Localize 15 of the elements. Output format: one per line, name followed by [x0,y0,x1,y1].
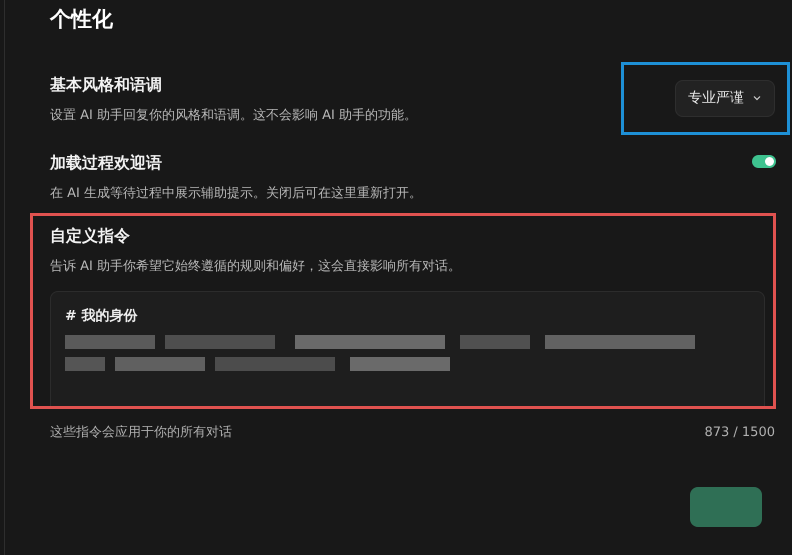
instructions-heading: # 我的身份 [65,306,139,326]
instructions-field[interactable]: # 我的身份 [50,290,765,406]
character-count: 873 / 1500 [704,424,775,442]
setting-title: 基本风格和语调 [50,74,163,96]
style-dropdown[interactable]: 专业严谨 [675,80,775,116]
toggle-switch[interactable] [752,155,776,168]
page-title: 个性化 [50,6,114,33]
setting-title: 加载过程欢迎语 [50,152,163,174]
setting-description: 设置 AI 助手回复你的风格和语调。这不会影响 AI 助手的功能。 [50,106,417,125]
instructions-note: 这些指令会应用于你的所有对话 [50,424,232,442]
section-title: 自定义指令 [50,225,131,247]
save-button[interactable] [690,486,762,526]
chevron-down-icon [752,93,762,103]
setting-description: 在 AI 生成等待过程中展示辅助提示。关闭后可在这里重新打开。 [50,184,422,202]
section-description: 告诉 AI 助手你希望它始终遵循的规则和偏好，这会直接影响所有对话。 [50,258,462,276]
